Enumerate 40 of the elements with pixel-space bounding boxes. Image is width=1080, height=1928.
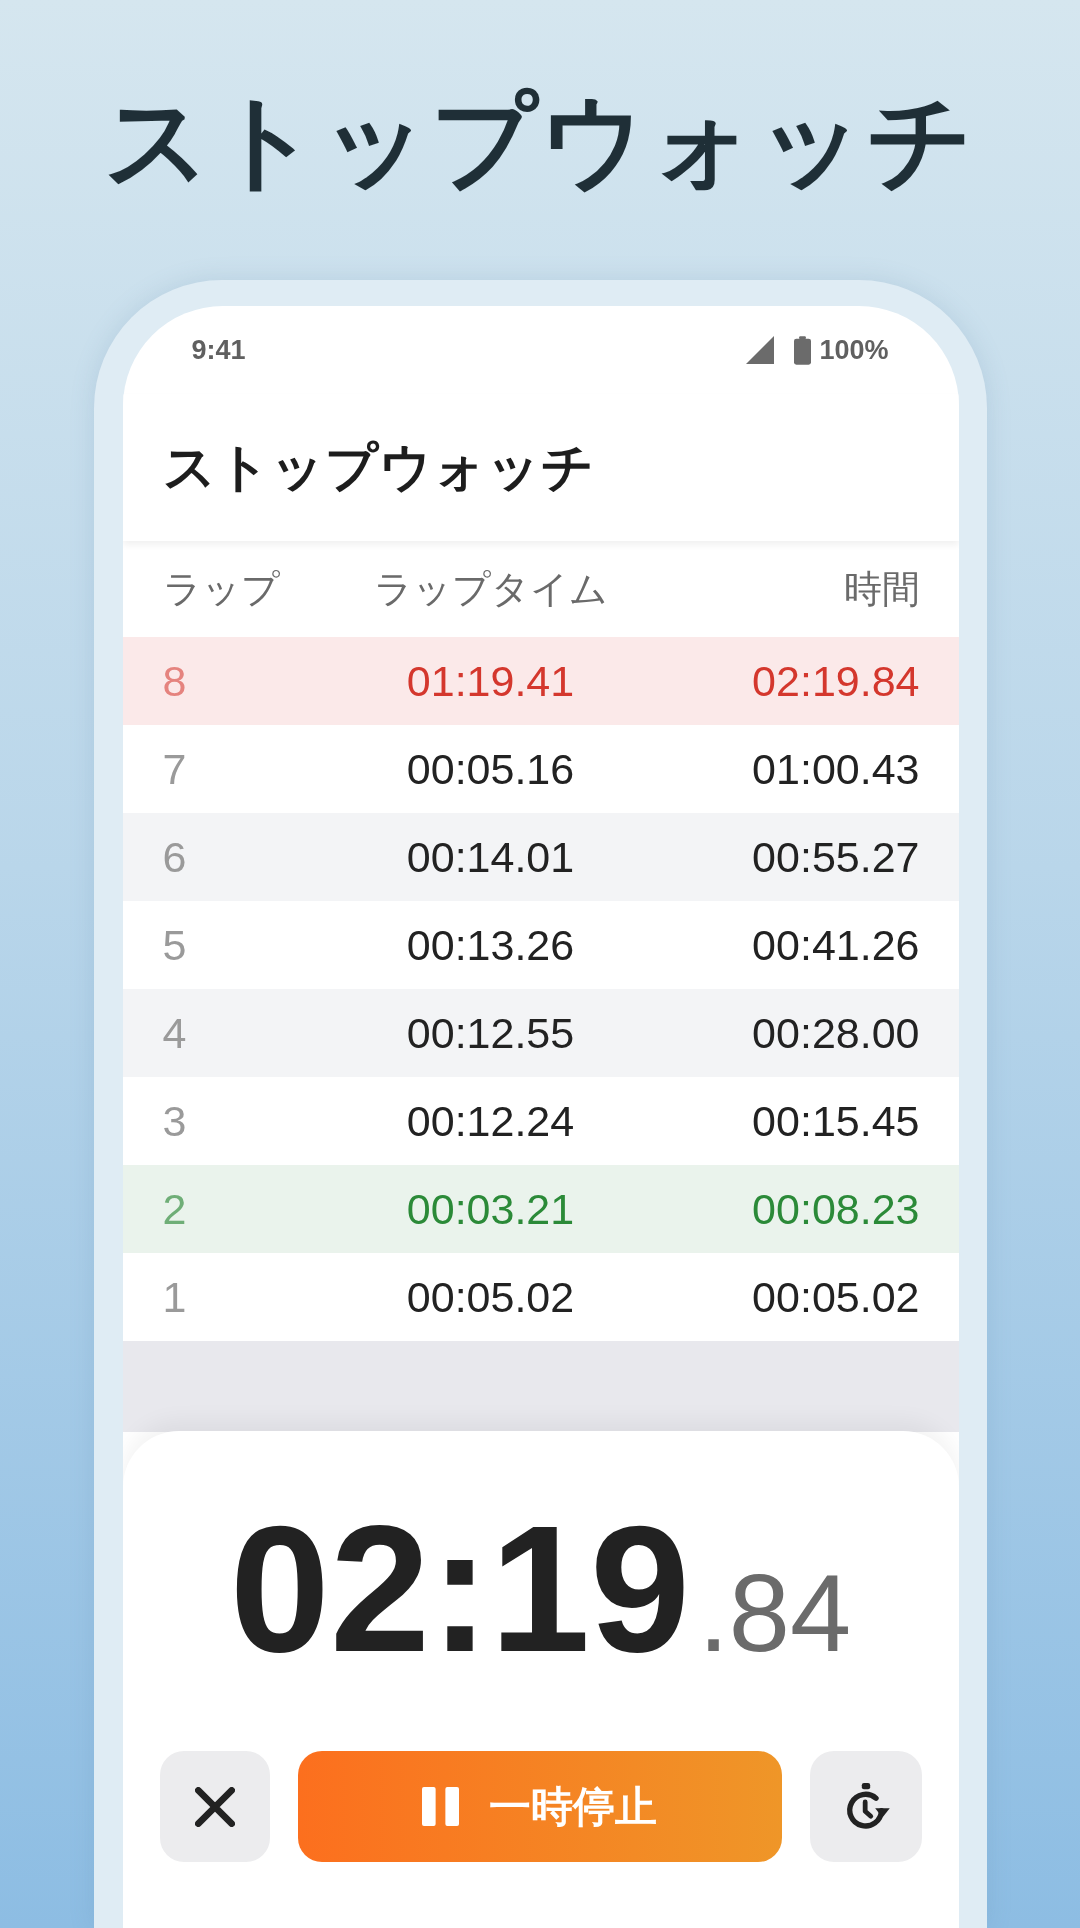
app-title: ストップウォッチ xyxy=(162,436,595,498)
elapsed-time: 02:19 xyxy=(229,1499,691,1679)
lap-number: 7 xyxy=(162,744,187,794)
total-time: 02:19.84 xyxy=(752,656,920,706)
total-time: 00:05.02 xyxy=(752,1272,920,1322)
status-time: 9:41 xyxy=(191,334,246,366)
lap-time: 00:03.21 xyxy=(406,1184,575,1234)
total-time: 00:15.45 xyxy=(752,1096,920,1146)
page-headline: ストップウォッチ xyxy=(104,82,976,201)
lap-number: 4 xyxy=(162,1008,187,1058)
lap-number: 2 xyxy=(162,1184,187,1234)
lap-number: 6 xyxy=(162,832,187,882)
lap-number: 8 xyxy=(162,656,187,706)
lap-button[interactable] xyxy=(809,1751,922,1862)
lap-number: 3 xyxy=(162,1096,187,1146)
column-header: 時間 xyxy=(843,566,920,612)
pause-icon xyxy=(422,1787,459,1826)
battery-icon xyxy=(794,335,812,365)
reset-button[interactable] xyxy=(159,1751,270,1862)
lap-time: 00:13.26 xyxy=(406,920,575,970)
elapsed-fraction: .84 xyxy=(698,1558,852,1668)
lap-number: 5 xyxy=(162,920,187,970)
column-header: ラップ xyxy=(162,566,280,612)
pause-button[interactable]: 一時停止 xyxy=(297,1751,782,1862)
lap-time: 00:05.02 xyxy=(406,1272,575,1322)
lap-time: 00:12.24 xyxy=(406,1096,575,1146)
total-time: 00:41.26 xyxy=(752,920,920,970)
total-time: 00:55.27 xyxy=(752,832,920,882)
lap-time: 00:05.16 xyxy=(406,744,575,794)
lap-time: 00:14.01 xyxy=(406,832,575,882)
lap-time: 00:12.55 xyxy=(406,1008,575,1058)
total-time: 00:28.00 xyxy=(752,1008,920,1058)
total-time: 00:08.23 xyxy=(752,1184,920,1234)
battery-percent: 100% xyxy=(819,334,889,366)
signal-icon xyxy=(746,336,775,364)
lap-number: 1 xyxy=(162,1272,187,1322)
lap-time: 01:19.41 xyxy=(406,656,575,706)
close-icon xyxy=(194,1786,235,1827)
total-time: 01:00.43 xyxy=(752,744,920,794)
column-header: ラップタイム xyxy=(373,566,608,612)
